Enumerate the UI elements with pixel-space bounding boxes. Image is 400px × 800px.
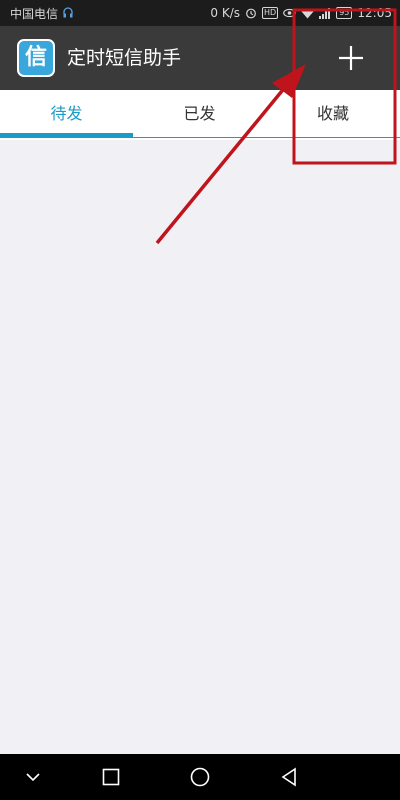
triangle-back-icon (281, 767, 296, 787)
eye-icon (283, 8, 297, 18)
active-tab-indicator (0, 133, 133, 138)
app-title: 定时短信助手 (67, 47, 182, 69)
signal-icon (319, 7, 331, 19)
battery-indicator: 95 (336, 7, 353, 19)
tab-sent[interactable]: 已发 (133, 90, 266, 134)
nav-collapse-button[interactable] (17, 761, 49, 793)
tab-bar: 待发 已发 收藏 (0, 90, 400, 140)
app-logo: 信 (17, 39, 55, 77)
carrier-label: 中国电信 (10, 6, 59, 21)
tab-pending[interactable]: 待发 (0, 90, 133, 134)
status-left: 中国电信 (10, 5, 73, 22)
square-icon (102, 768, 120, 786)
clock: 12:05 (357, 6, 392, 20)
headset-icon (63, 7, 73, 18)
app-logo-char: 信 (24, 45, 47, 70)
app-bar: 信 定时短信助手 (0, 26, 400, 90)
system-nav-bar (0, 754, 400, 800)
nav-home-button[interactable] (184, 761, 216, 793)
status-bar: 中国电信 0 K/s HD 95 12:05 (0, 0, 400, 26)
status-right: 0 K/s HD 95 12:05 (210, 6, 392, 20)
hd-badge: HD (262, 7, 279, 19)
chevron-down-icon (26, 773, 40, 782)
circle-icon (190, 767, 210, 787)
alarm-icon (246, 8, 256, 19)
plus-icon (339, 46, 363, 70)
tab-favorites[interactable]: 收藏 (266, 90, 400, 134)
network-speed: 0 K/s (210, 6, 241, 20)
wifi-icon (301, 8, 314, 18)
nav-back-button[interactable] (273, 761, 305, 793)
message-list-area[interactable] (0, 140, 400, 754)
add-button[interactable] (328, 38, 374, 78)
nav-recents-button[interactable] (95, 761, 127, 793)
